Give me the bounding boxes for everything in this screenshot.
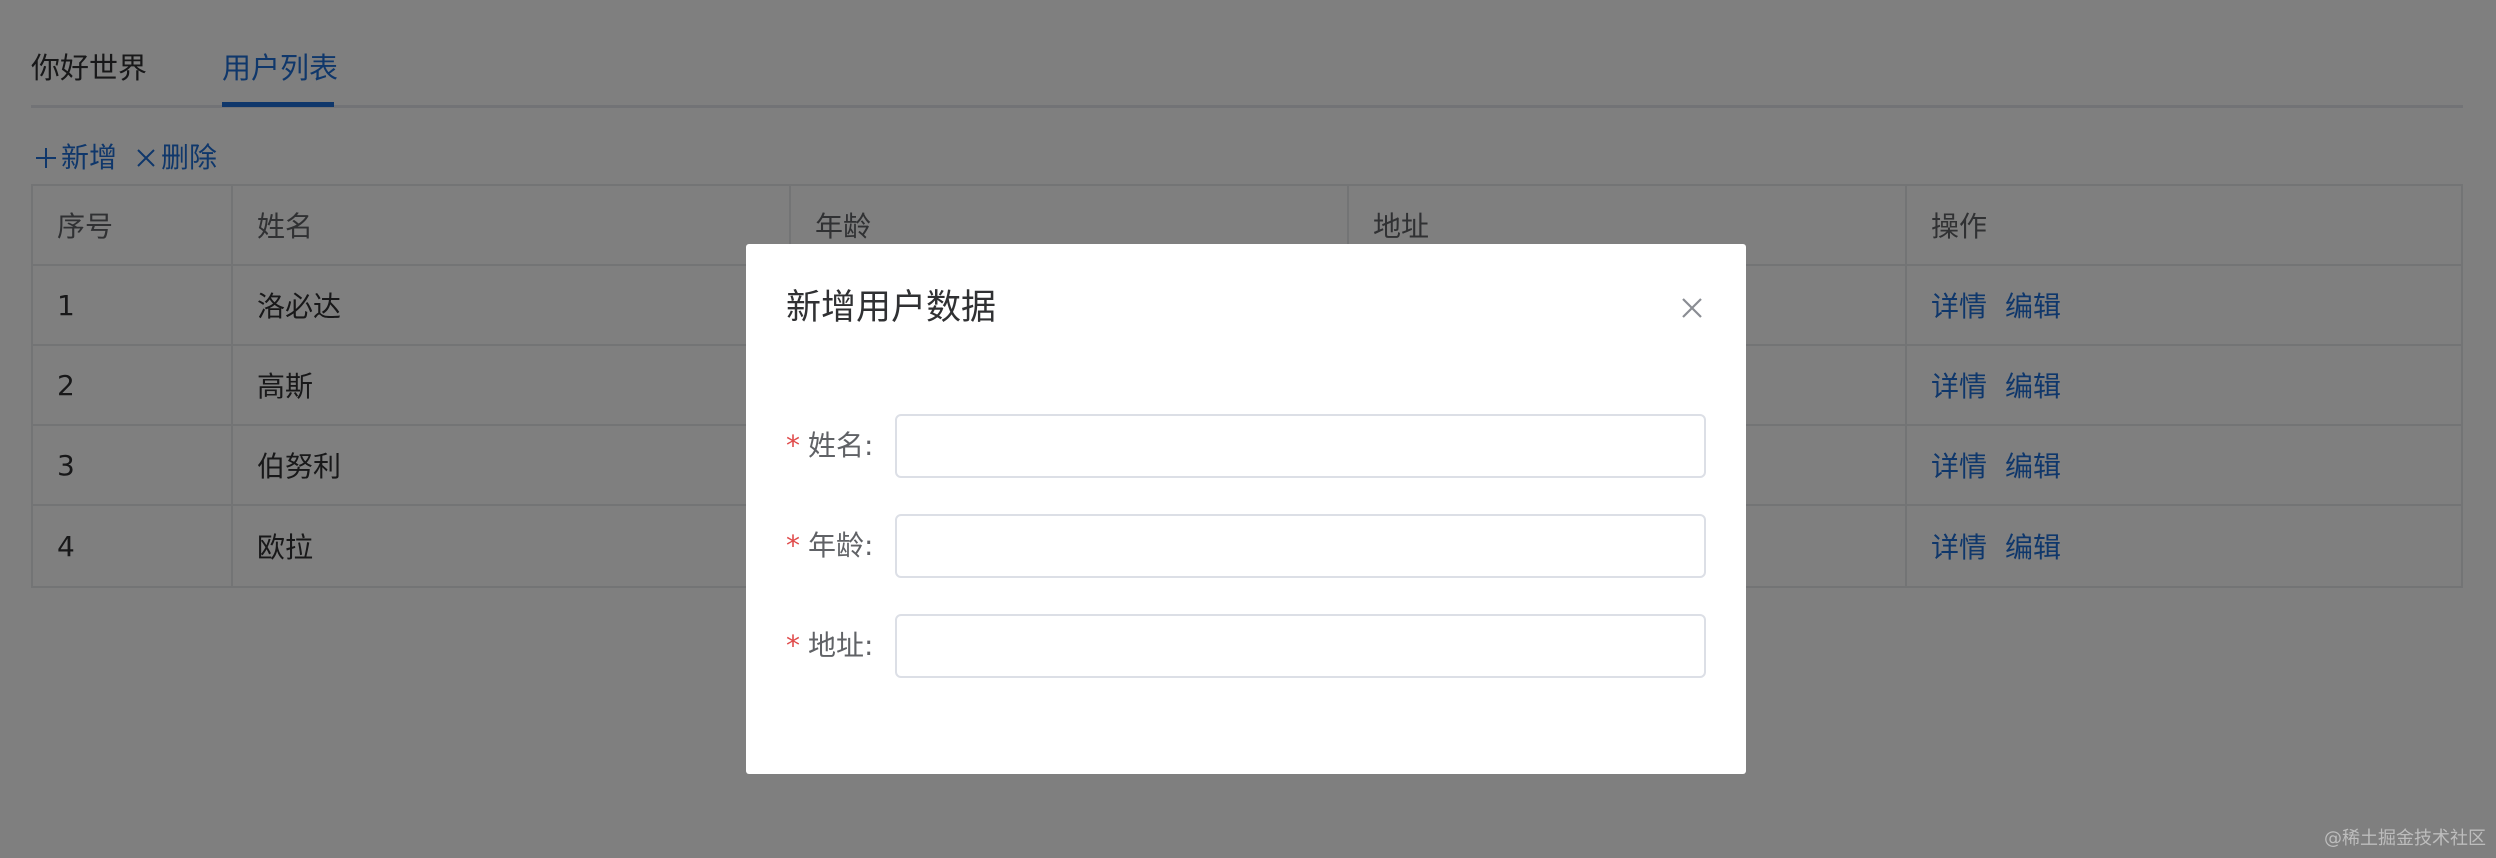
dialog-title: 新增用户数据 <box>786 288 997 328</box>
required-mark: * <box>786 529 800 562</box>
add-user-dialog: 新增用户数据 * 姓名: * 年龄: * 地址: <box>746 244 1746 774</box>
field-label-age: * 年龄: <box>786 529 874 562</box>
required-mark: * <box>786 629 800 662</box>
form-row-name: * 姓名: <box>786 414 1706 478</box>
form-row-age: * 年龄: <box>786 514 1706 578</box>
form-row-address: * 地址: <box>786 614 1706 678</box>
field-label-name: * 姓名: <box>786 429 874 462</box>
watermark: @稀土掘金技术社区 <box>2324 828 2486 849</box>
age-input[interactable] <box>895 514 1706 578</box>
close-icon[interactable] <box>1676 292 1708 324</box>
required-mark: * <box>786 429 800 462</box>
address-input[interactable] <box>895 614 1706 678</box>
app-root: 你好世界 用户列表 新增 删除 序号 姓名 年龄 地址 操作 1 洛必达 <box>0 0 2496 858</box>
field-label-address: * 地址: <box>786 629 874 662</box>
name-input[interactable] <box>895 414 1706 478</box>
